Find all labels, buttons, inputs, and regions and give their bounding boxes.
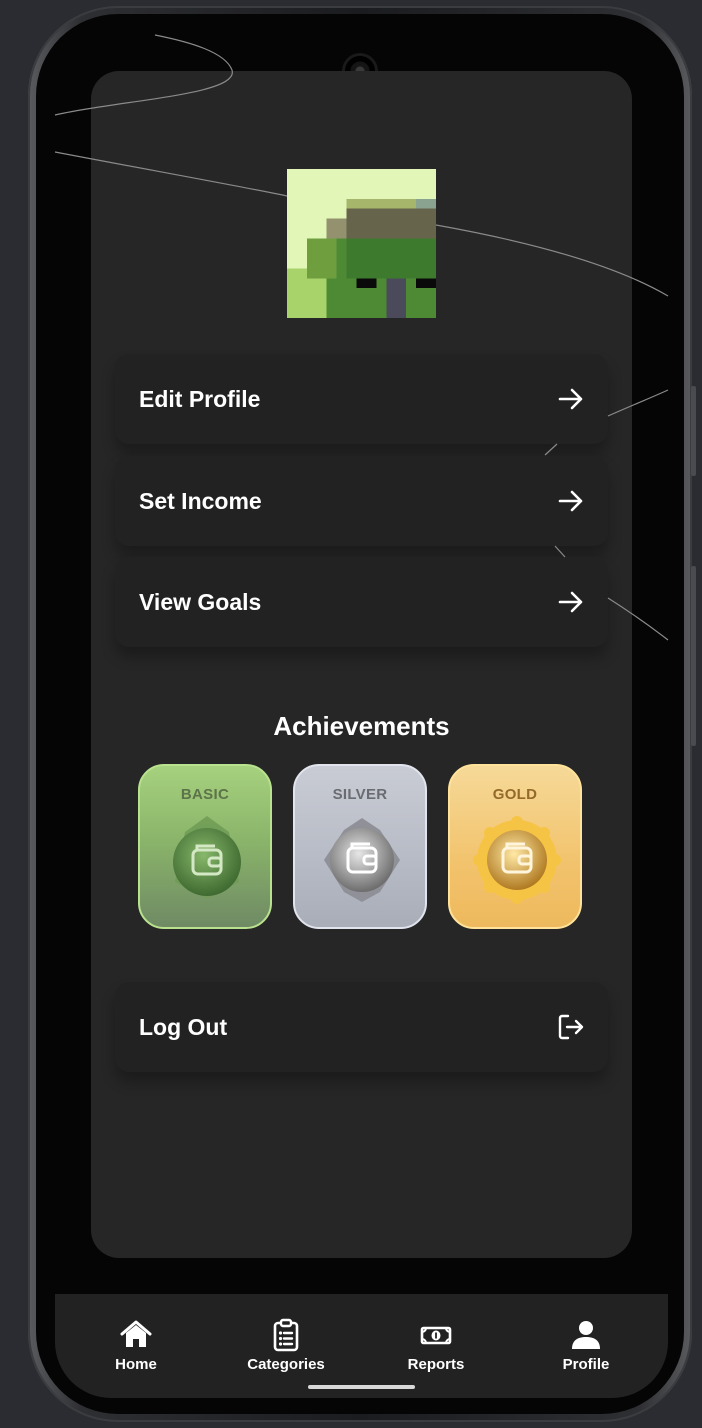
arrow-right-icon	[558, 388, 583, 410]
wallet-icon	[473, 816, 561, 904]
nav-item-profile[interactable]: Profile	[521, 1318, 651, 1373]
badge-silver[interactable]: SILVER	[293, 764, 427, 929]
arrow-right-icon	[558, 490, 583, 512]
home-indicator	[308, 1385, 415, 1389]
wallet-icon	[173, 816, 241, 898]
power-button	[691, 566, 696, 746]
badge-label: BASIC	[180, 786, 230, 803]
badge-label: GOLD	[492, 786, 538, 803]
edit-profile-button[interactable]: Edit Profile	[115, 354, 608, 444]
user-icon	[572, 1321, 600, 1349]
view-goals-label: View Goals	[139, 588, 262, 615]
bottom-navigation: Home Categories Reports Profile	[55, 1294, 668, 1398]
set-income-label: Set Income	[139, 487, 262, 514]
volume-button	[691, 386, 696, 476]
badge-basic[interactable]: BASIC	[138, 764, 272, 929]
profile-screen: Edit Profile Set Income View Goals Achie…	[91, 71, 632, 1258]
log-out-button[interactable]: Log Out	[115, 982, 608, 1072]
edit-profile-label: Edit Profile	[139, 385, 261, 412]
badge-label: SILVER	[332, 786, 388, 803]
view-goals-button[interactable]: View Goals	[115, 557, 608, 647]
arrow-right-icon	[558, 591, 583, 613]
wallet-icon	[324, 818, 400, 902]
clipboard-list-icon	[273, 1318, 299, 1352]
achievements-title: Achievements	[273, 711, 450, 741]
log-out-label: Log Out	[139, 1013, 228, 1040]
pixel-avatar-icon	[287, 169, 436, 318]
money-icon	[420, 1326, 452, 1345]
nav-item-home[interactable]: Home	[71, 1318, 201, 1373]
nav-label-reports: Reports	[407, 1356, 465, 1373]
nav-label-home: Home	[115, 1356, 157, 1373]
nav-label-categories: Categories	[247, 1356, 325, 1373]
logout-icon	[558, 1014, 584, 1040]
nav-item-reports[interactable]: Reports	[371, 1318, 501, 1373]
nav-item-categories[interactable]: Categories	[221, 1318, 351, 1373]
badge-gold[interactable]: GOLD	[448, 764, 582, 929]
set-income-button[interactable]: Set Income	[115, 456, 608, 546]
home-icon	[120, 1320, 152, 1347]
nav-label-profile: Profile	[562, 1356, 610, 1373]
